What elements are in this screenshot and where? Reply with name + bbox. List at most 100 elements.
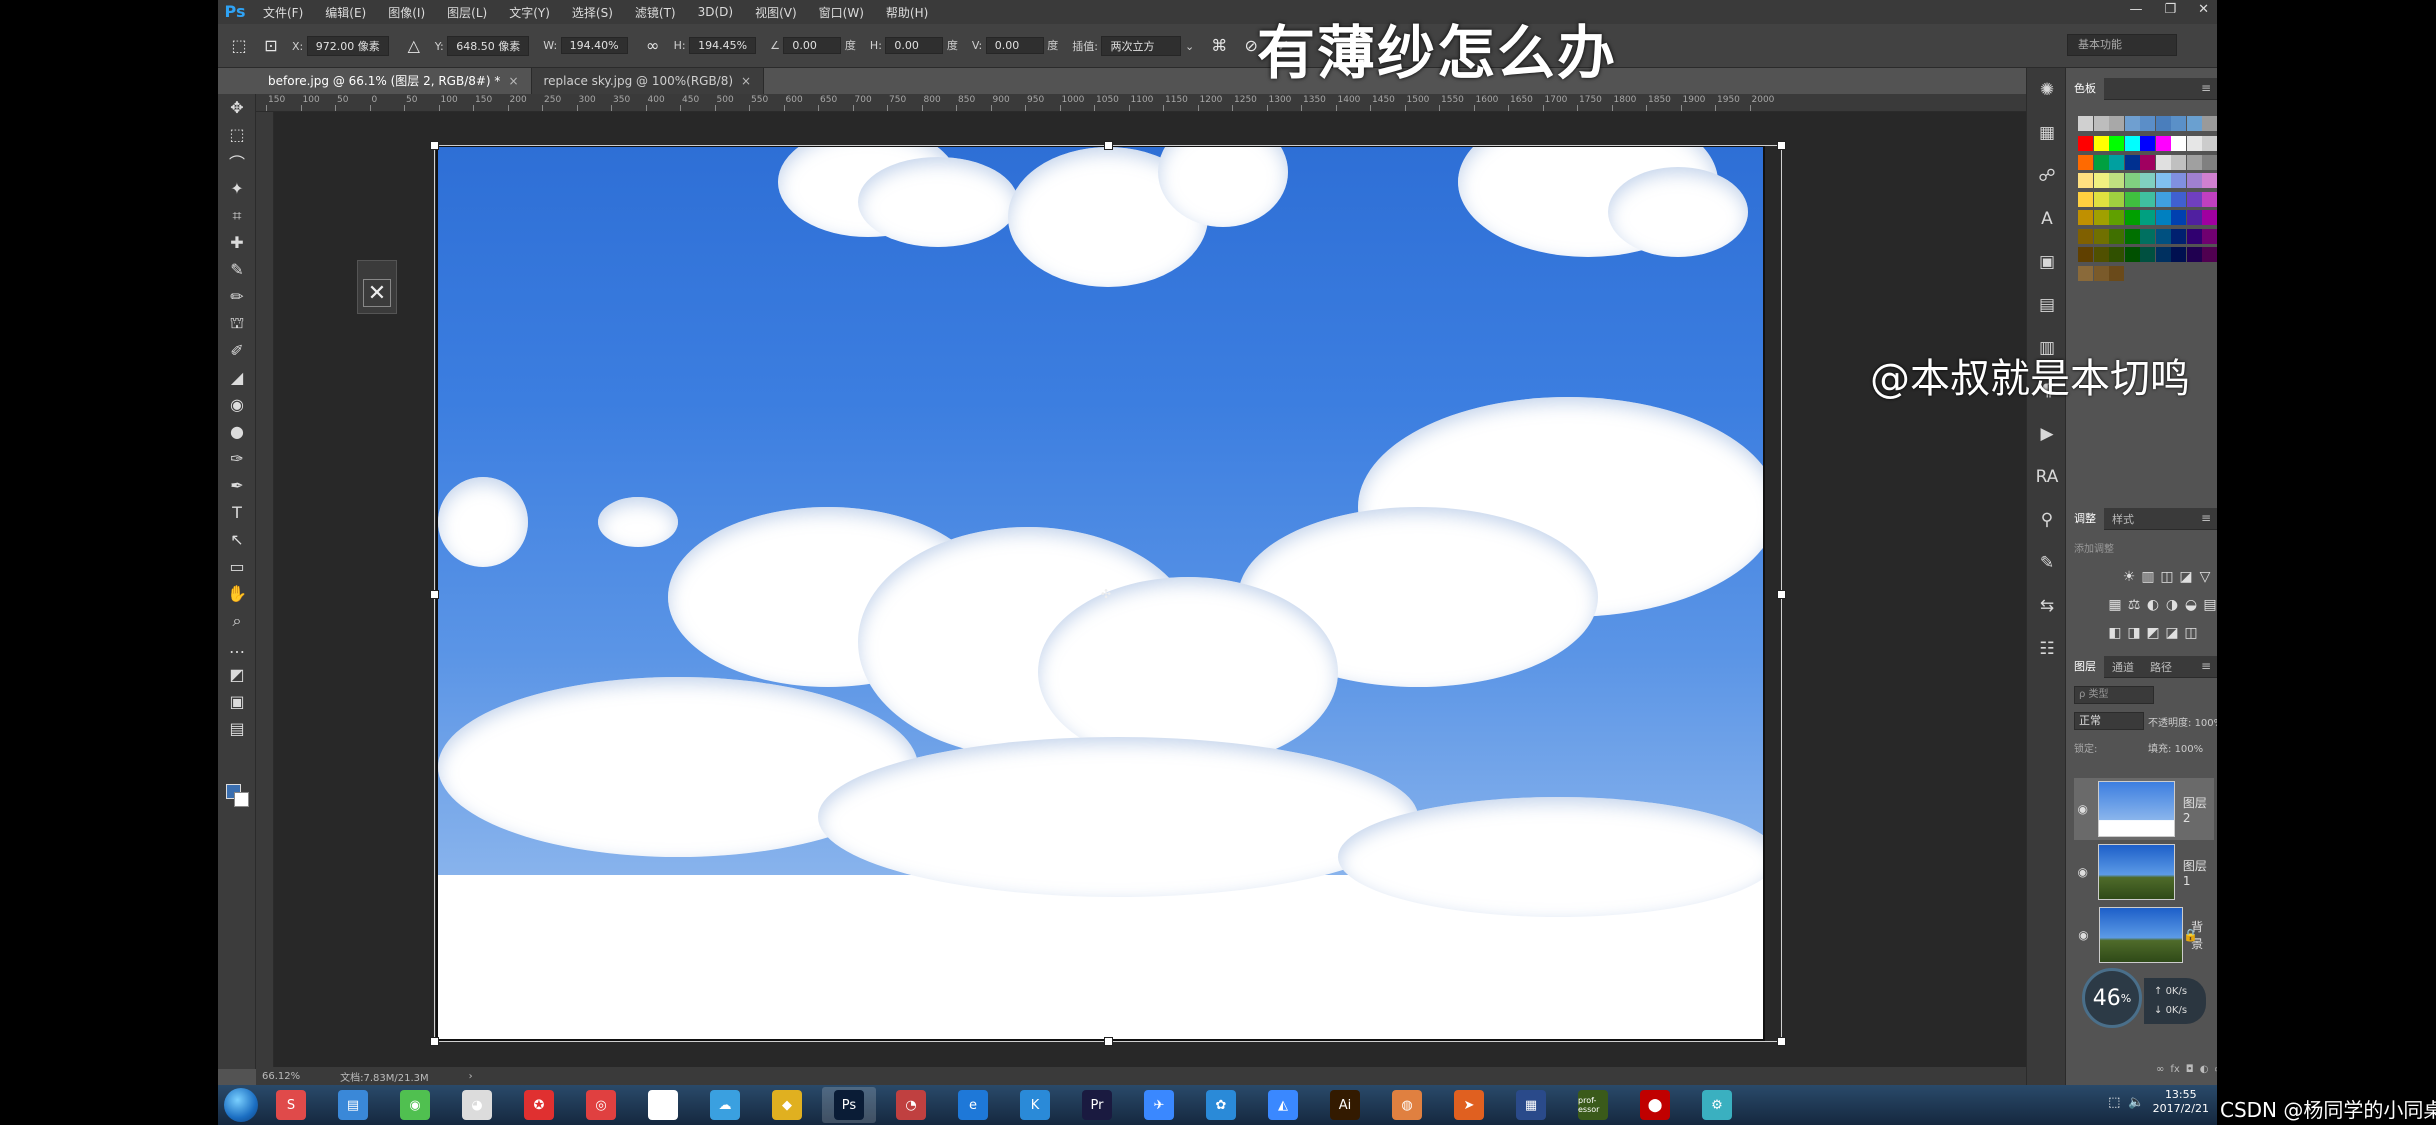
color-swatch[interactable] <box>2124 247 2140 262</box>
opacity-value[interactable]: 100% <box>2195 718 2217 729</box>
taskbar-app-icon[interactable]: Pr <box>1070 1087 1124 1123</box>
color-swatch[interactable] <box>2078 191 2093 207</box>
transform-bounding-box[interactable]: ✣ <box>430 141 1786 1046</box>
color-swatch[interactable] <box>2093 116 2109 131</box>
taskbar-app-icon[interactable]: ◉ <box>388 1087 442 1123</box>
tool-button[interactable]: ✒ <box>218 472 256 499</box>
close-icon[interactable]: × <box>508 74 518 88</box>
color-swatch[interactable] <box>2109 210 2124 225</box>
color-swatch[interactable] <box>2202 173 2217 188</box>
color-swatch[interactable] <box>2155 173 2171 188</box>
color-swatch[interactable] <box>2140 154 2155 170</box>
color-swatch[interactable] <box>2093 247 2109 262</box>
color-swatch[interactable] <box>2093 210 2109 225</box>
transform-handle[interactable] <box>1777 1037 1786 1046</box>
color-swatch[interactable] <box>2186 154 2202 170</box>
color-swatch[interactable] <box>2078 265 2093 281</box>
panel-shortcut-icon[interactable]: ▶ <box>2027 412 2067 455</box>
menu-image[interactable]: 图像(I) <box>377 4 436 21</box>
tool-button[interactable]: ⬚ <box>218 121 256 148</box>
taskbar-app-icon[interactable]: prof-essor <box>1566 1087 1620 1123</box>
h-field[interactable]: H: 194.45% <box>674 37 757 54</box>
adjustment-icon[interactable]: ▤ <box>2201 596 2217 614</box>
color-swatch[interactable] <box>2171 136 2186 151</box>
color-swatch[interactable] <box>2202 191 2217 207</box>
color-swatch[interactable] <box>2124 173 2140 188</box>
color-swatch[interactable] <box>2109 228 2124 244</box>
adjustment-icon[interactable]: ▥ <box>2139 568 2157 586</box>
clock[interactable]: 13:55 2017/2/21 <box>2153 1088 2209 1116</box>
opacity-control[interactable]: 不透明度: 100% <box>2148 714 2217 729</box>
restore-button[interactable]: ❐ <box>2164 0 2176 20</box>
tab-paths[interactable]: 路径 <box>2142 659 2180 675</box>
panel-shortcut-icon[interactable]: ▣ <box>2027 240 2067 283</box>
adjustment-icon[interactable]: ◫ <box>2182 624 2200 642</box>
tool-button[interactable]: ✚ <box>218 229 256 256</box>
taskbar-app-icon[interactable]: ◎ <box>574 1087 628 1123</box>
color-swatch[interactable] <box>2124 154 2140 170</box>
group-icon[interactable]: ▭ <box>2214 1064 2217 1075</box>
color-swatch[interactable] <box>2171 173 2186 188</box>
tool-button[interactable]: ▤ <box>218 715 256 742</box>
tool-button[interactable]: ▭ <box>218 553 256 580</box>
color-swatch[interactable] <box>2093 265 2109 281</box>
interpolation-select[interactable]: 插值: 两次立方 ⌄ <box>1072 35 1194 56</box>
panel-shortcut-icon[interactable]: ☍ <box>2027 154 2067 197</box>
color-swatch[interactable] <box>2124 136 2140 151</box>
layer-row[interactable]: ◉ 背景 🔒 <box>2074 904 2214 966</box>
tab-channels[interactable]: 通道 <box>2104 659 2142 675</box>
color-swatch[interactable] <box>2202 210 2217 225</box>
transform-tool-icon[interactable]: ⬚ <box>228 35 250 57</box>
panel-shortcut-icon[interactable]: ⚲ <box>2027 498 2067 541</box>
color-swatch[interactable] <box>2155 116 2171 131</box>
tool-button[interactable]: ✦ <box>218 175 256 202</box>
color-swatch[interactable] <box>2140 136 2155 151</box>
mask-icon[interactable]: ◘ <box>2186 1064 2194 1075</box>
color-swatch[interactable] <box>2171 247 2186 262</box>
color-swatch[interactable] <box>2140 191 2155 207</box>
layer-filter-input[interactable]: ρ 类型 <box>2074 686 2154 704</box>
color-swatch[interactable] <box>2124 210 2140 225</box>
tool-button[interactable]: ◩ <box>218 661 256 688</box>
x-field[interactable]: X: 972.00 像素 <box>292 35 389 56</box>
tool-button[interactable]: ⌗ <box>218 202 256 229</box>
tool-button[interactable]: ⛫ <box>218 310 256 337</box>
close-icon[interactable]: × <box>741 74 751 88</box>
foreground-background-color[interactable] <box>226 784 250 808</box>
transform-handle[interactable] <box>1104 1037 1113 1046</box>
angle-field[interactable]: ∠ 0.00 度 <box>770 37 856 54</box>
color-swatch[interactable] <box>2202 247 2217 262</box>
color-swatch[interactable] <box>2202 116 2217 131</box>
transform-handle[interactable] <box>1777 141 1786 150</box>
panel-shortcut-icon[interactable]: RA <box>2027 455 2067 498</box>
color-swatch[interactable] <box>2109 191 2124 207</box>
adjustment-icon[interactable]: ◨ <box>2125 624 2143 642</box>
taskbar-app-icon[interactable]: ◕ <box>450 1087 504 1123</box>
color-swatch[interactable] <box>2078 136 2093 151</box>
reference-point-icon[interactable]: ⊡ <box>260 35 282 57</box>
menu-help[interactable]: 帮助(H) <box>875 4 939 21</box>
color-swatch[interactable] <box>2140 228 2155 244</box>
tool-button[interactable]: ◉ <box>218 391 256 418</box>
tool-button[interactable]: ✋ <box>218 580 256 607</box>
panel-shortcut-icon[interactable]: ☷ <box>2027 627 2067 670</box>
color-swatch[interactable] <box>2078 154 2093 170</box>
tab-adjustments[interactable]: 调整 <box>2066 507 2104 530</box>
color-swatch[interactable] <box>2124 191 2140 207</box>
status-arrow-icon[interactable]: › <box>469 1071 473 1082</box>
warp-icon[interactable]: ⌘ <box>1208 35 1230 57</box>
color-swatch[interactable] <box>2078 247 2093 262</box>
link-icon[interactable]: ∞ <box>642 35 664 57</box>
menu-filter[interactable]: 滤镜(T) <box>624 4 687 21</box>
eye-icon[interactable]: ◉ <box>2074 865 2092 879</box>
color-swatch[interactable] <box>2093 154 2109 170</box>
adjustment-icon[interactable]: ◪ <box>2163 624 2181 642</box>
adjustment-icon[interactable]: ◪ <box>2177 568 2195 586</box>
taskbar-app-icon[interactable]: ◆ <box>760 1087 814 1123</box>
tool-button[interactable]: ✎ <box>218 256 256 283</box>
adjustment-icon[interactable]: ◫ <box>2158 568 2176 586</box>
transform-handle[interactable] <box>1104 141 1113 150</box>
taskbar-app-icon[interactable]: ▢ <box>636 1087 690 1123</box>
taskbar-app-icon[interactable]: ✈ <box>1132 1087 1186 1123</box>
color-swatch[interactable] <box>2186 116 2202 131</box>
